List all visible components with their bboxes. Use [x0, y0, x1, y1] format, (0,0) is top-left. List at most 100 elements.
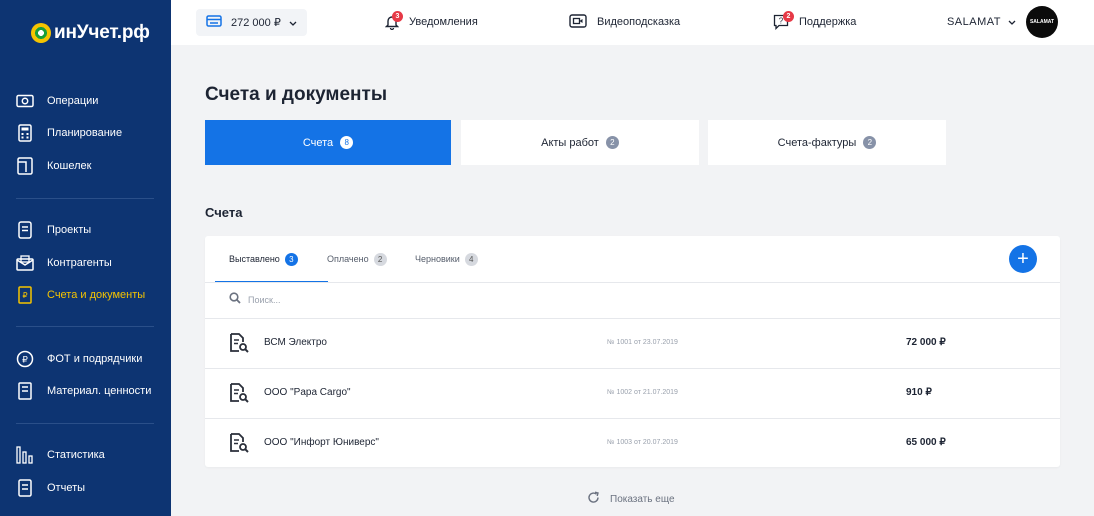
refresh-icon [587, 491, 600, 507]
sidebar-item-label: Кошелек [47, 160, 92, 172]
counterparty-name: ВСМ Электро [264, 337, 327, 348]
subtab-label: Выставлено [229, 254, 280, 264]
section-title: Счета [205, 205, 243, 220]
calculator-icon [16, 124, 34, 142]
tab-invoices[interactable]: Счета 8 [205, 120, 451, 165]
balance-selector[interactable]: 272 000 ₽ [196, 9, 307, 36]
user-menu[interactable]: SALAMAT SALAMAT [947, 6, 1058, 38]
table-row[interactable]: ООО "Papa Cargo" № 1002 от 21.07.2019 91… [205, 368, 1060, 418]
invoice-number: № 1003 от 20.07.2019 [607, 439, 678, 446]
bar-chart-icon [16, 446, 34, 464]
sidebar-item-label: Операции [47, 95, 99, 107]
tab-work-acts[interactable]: Акты работ 2 [461, 120, 699, 165]
table-row[interactable]: ВСМ Электро № 1001 от 23.07.2019 72 000 … [205, 318, 1060, 368]
support-button[interactable]: ? 2 Поддержка [773, 11, 856, 33]
chevron-down-icon [289, 17, 297, 29]
sidebar-item-label: Планирование [47, 127, 123, 139]
report-icon [16, 479, 34, 497]
document-search-icon [229, 333, 249, 358]
invoices-card: Выставлено 3 Оплачено 2 Черновики 4 + ВС… [205, 236, 1060, 467]
logo[interactable]: инУчет.рф [31, 22, 150, 44]
search-icon [229, 291, 241, 309]
tab-label: Счета-фактуры [777, 136, 857, 149]
notifications-label: Уведомления [409, 16, 478, 28]
sidebar-divider [16, 198, 154, 199]
subtab-paid[interactable]: Оплачено 2 [327, 252, 387, 266]
sidebar-item-label: ФОТ и подрядчики [47, 353, 143, 365]
card-icon [206, 15, 222, 30]
sidebar-item-label: Материал. ценности [47, 385, 152, 397]
sidebar: инУчет.рф Операции Планирование Кошелек … [0, 0, 171, 516]
folder-icon [16, 221, 34, 239]
sidebar-item-invoices[interactable]: ₽ Счета и документы [16, 285, 145, 305]
invoice-number: № 1002 от 21.07.2019 [607, 389, 678, 396]
sidebar-item-reports[interactable]: Отчеты [16, 478, 85, 498]
notifications-button[interactable]: 3 Уведомления [384, 11, 478, 33]
subtab-count-badge: 2 [373, 252, 387, 266]
notifications-count-badge: 3 [392, 11, 403, 22]
subtab-drafts[interactable]: Черновики 4 [415, 252, 478, 266]
add-invoice-button[interactable]: + [1009, 245, 1037, 273]
sidebar-item-label: Счета и документы [47, 289, 146, 301]
tab-tax-invoices[interactable]: Счета-фактуры 2 [708, 120, 946, 165]
sidebar-item-label: Статистика [47, 449, 105, 461]
invoice-amount: 65 000 ₽ [906, 437, 946, 448]
chevron-down-icon [1008, 16, 1016, 28]
box-icon [16, 382, 34, 400]
document-search-icon [229, 433, 249, 458]
table-row[interactable]: ООО "Инфорт Юниверс" № 1003 от 20.07.201… [205, 418, 1060, 468]
search-input[interactable] [248, 295, 548, 305]
tab-count-badge: 2 [605, 136, 619, 149]
show-more-label: Показать еще [610, 493, 675, 505]
show-more-button[interactable]: Показать еще [587, 491, 675, 507]
bell-icon: 3 [384, 11, 403, 31]
logo-text: инУчет.рф [54, 22, 150, 43]
subtab-count-badge: 4 [464, 252, 478, 266]
support-label: Поддержка [799, 16, 857, 28]
invoice-amount: 72 000 ₽ [906, 337, 946, 348]
counterparty-name: ООО "Papa Cargo" [264, 387, 351, 398]
tab-label: Акты работ [541, 136, 599, 149]
sidebar-divider [16, 423, 154, 424]
user-name: SALAMAT [946, 16, 1001, 28]
subtab-label: Оплачено [327, 254, 369, 264]
search-field[interactable] [229, 292, 548, 308]
counterparty-name: ООО "Инфорт Юниверс" [264, 437, 379, 448]
tab-count-badge: 2 [863, 136, 877, 149]
subtab-label: Черновики [415, 254, 460, 264]
divider [205, 282, 1060, 283]
sidebar-item-wallet[interactable]: Кошелек [16, 156, 91, 176]
sidebar-divider [16, 326, 154, 327]
video-icon [569, 13, 587, 31]
video-hint-label: Видеоподсказка [597, 16, 681, 28]
sidebar-item-payroll[interactable]: ₽ ФОТ и подрядчики [16, 349, 142, 369]
sidebar-item-contractors[interactable]: Контрагенты [16, 253, 112, 273]
wallet-icon [16, 157, 34, 175]
sidebar-item-projects[interactable]: Проекты [16, 220, 91, 240]
balance-value: 272 000 ₽ [231, 17, 281, 29]
invoice-amount: 910 ₽ [906, 387, 932, 398]
document-search-icon [229, 383, 249, 408]
svg-text:₽: ₽ [22, 291, 27, 300]
page-title: Счета и документы [205, 84, 388, 105]
subtab-issued[interactable]: Выставлено 3 [229, 252, 298, 266]
subtab-count-badge: 3 [284, 252, 298, 266]
tab-count-badge: 8 [340, 136, 354, 149]
invoice-number: № 1001 от 23.07.2019 [607, 339, 678, 346]
support-count-badge: 2 [783, 11, 794, 22]
logo-mark-icon [31, 23, 51, 43]
invoice-icon: ₽ [16, 286, 34, 304]
contacts-icon [16, 254, 34, 272]
sidebar-item-statistics[interactable]: Статистика [16, 445, 105, 465]
top-bar: 272 000 ₽ 3 Уведомления Видеоподсказка ?… [171, 0, 1094, 45]
sidebar-item-label: Контрагенты [47, 257, 112, 269]
video-hint-button[interactable]: Видеоподсказка [569, 11, 680, 33]
ruble-icon: ₽ [16, 350, 34, 368]
question-icon: ? 2 [773, 11, 794, 31]
sidebar-item-operations[interactable]: Операции [16, 91, 98, 111]
avatar[interactable]: SALAMAT [1026, 6, 1058, 38]
tab-label: Счета [302, 136, 334, 149]
money-icon [16, 92, 34, 110]
sidebar-item-planning[interactable]: Планирование [16, 123, 122, 143]
sidebar-item-assets[interactable]: Материал. ценности [16, 381, 151, 401]
